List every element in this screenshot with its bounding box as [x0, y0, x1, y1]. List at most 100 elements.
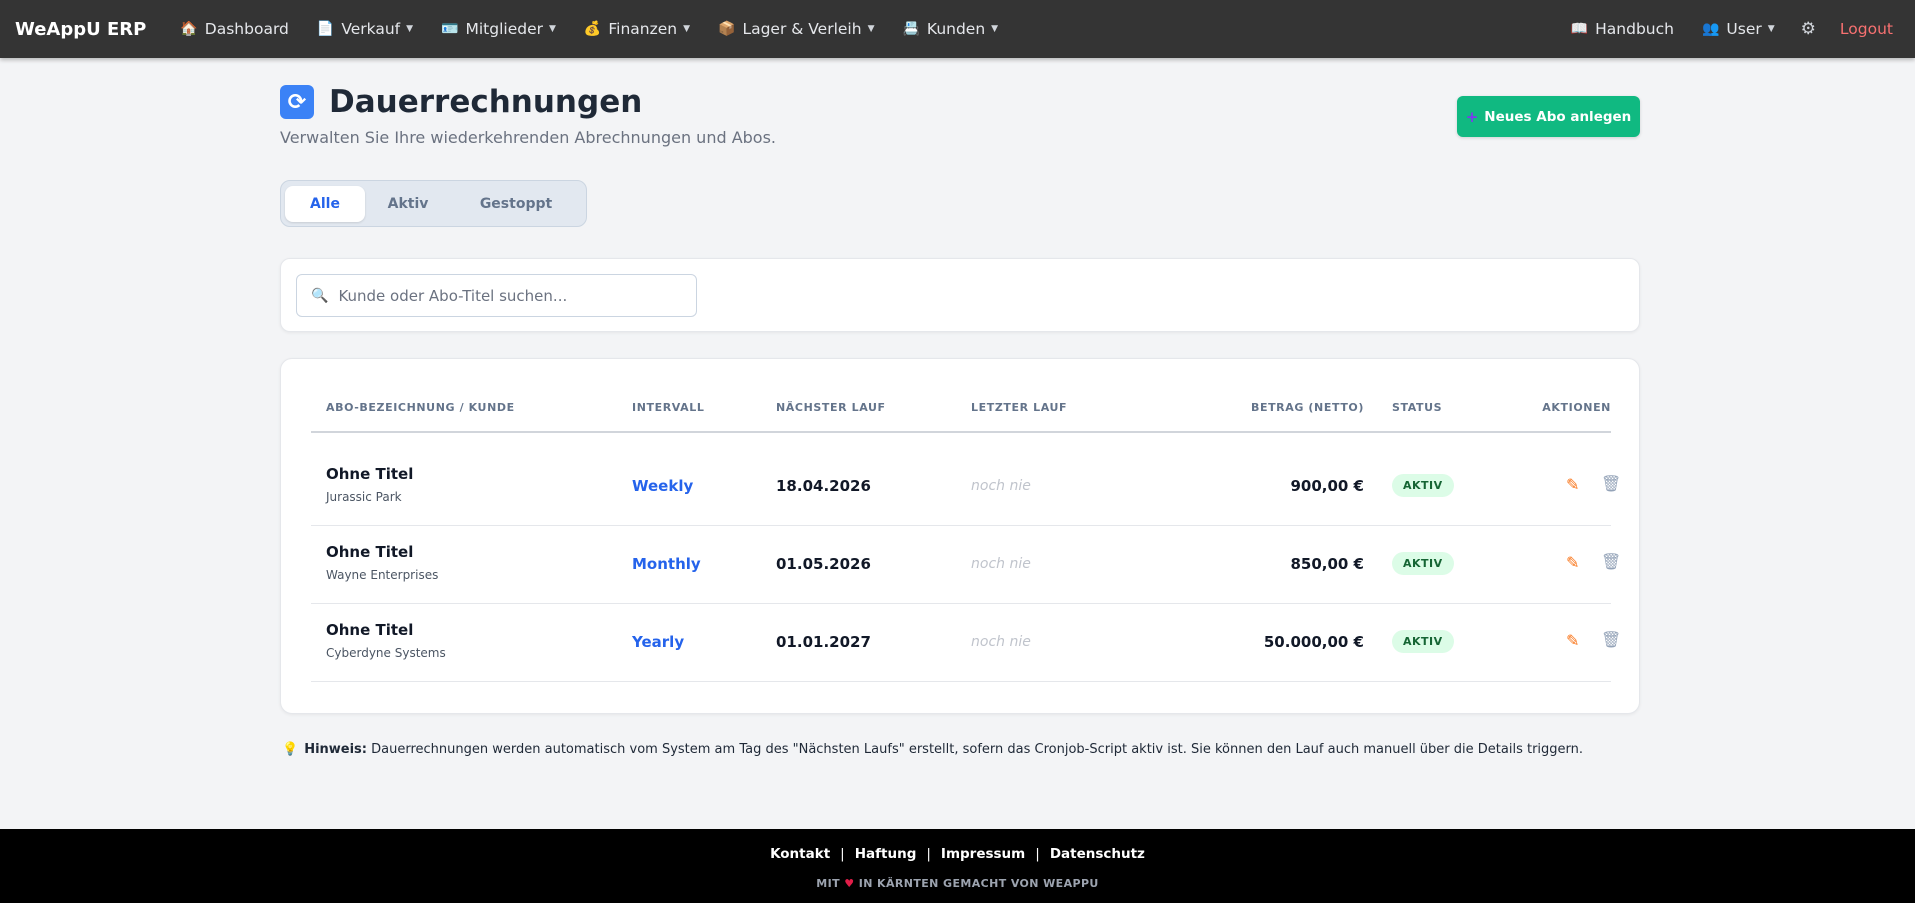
- nav-lager-verleih-label: Lager & Verleih: [742, 20, 862, 38]
- brand-logo[interactable]: WeAppU ERP: [15, 19, 146, 40]
- caret-down-icon: ▼: [548, 24, 556, 34]
- col-header-naechster-lauf: NÄCHSTER LAUF: [776, 401, 886, 414]
- subscriptions-table: ABO-BEZEICHNUNG / KUNDE INTERVALL NÄCHST…: [280, 358, 1640, 714]
- footer-links: Kontakt | Haftung | Impressum | Datenschutz: [0, 846, 1915, 862]
- interval-value: Yearly: [632, 633, 685, 651]
- abo-customer: Jurassic Park: [326, 490, 402, 504]
- id-card-icon: 🪪: [441, 21, 459, 37]
- abo-cell: Ohne Titel Jurassic Park: [326, 465, 413, 504]
- hint-note: 💡 Hinweis: Dauerrechnungen werden automat…: [282, 742, 1583, 757]
- footer-link-haftung[interactable]: Haftung: [855, 846, 917, 862]
- lightbulb-icon: 💡: [282, 742, 299, 757]
- refresh-icon: ⟳: [280, 85, 314, 119]
- search-card: 🔍: [280, 258, 1640, 332]
- amount-net: 850,00 €: [1290, 555, 1364, 573]
- nav-verkauf-label: Verkauf: [341, 20, 401, 38]
- table-header: ABO-BEZEICHNUNG / KUNDE INTERVALL NÄCHST…: [311, 401, 1611, 433]
- caret-down-icon: ▼: [683, 24, 691, 34]
- new-abo-button[interactable]: + Neues Abo anlegen: [1457, 96, 1640, 137]
- nav-user[interactable]: 👥 User ▼: [1688, 20, 1789, 38]
- title-row: ⟳ Dauerrechnungen: [280, 84, 1640, 120]
- nav-kunden-label: Kunden: [926, 20, 986, 38]
- col-header-betrag: BETRAG (NETTO): [1250, 401, 1364, 414]
- page-subtitle: Verwalten Sie Ihre wiederkehrenden Abrec…: [280, 128, 777, 147]
- top-navbar: WeAppU ERP 🏠 Dashboard 📄 Verkauf ▼ 🪪 Mit…: [0, 0, 1915, 58]
- trash-icon[interactable]: 🗑: [1601, 630, 1621, 649]
- nav-dashboard[interactable]: 🏠 Dashboard: [166, 20, 303, 38]
- page-title: Dauerrechnungen: [329, 84, 643, 120]
- footer-link-datenschutz[interactable]: Datenschutz: [1050, 846, 1145, 862]
- tab-gestoppt[interactable]: Gestoppt: [451, 186, 581, 222]
- caret-down-icon: ▼: [1767, 24, 1775, 34]
- nav-verkauf[interactable]: 📄 Verkauf ▼: [303, 20, 427, 38]
- new-abo-button-label: Neues Abo anlegen: [1484, 108, 1632, 125]
- nav-finanzen-label: Finanzen: [608, 20, 678, 38]
- caret-down-icon: ▼: [991, 24, 999, 34]
- home-icon: 🏠: [180, 21, 198, 37]
- heart-icon: ♥: [844, 877, 855, 890]
- nav-mitglieder[interactable]: 🪪 Mitglieder ▼: [427, 20, 570, 38]
- footer-link-kontakt[interactable]: Kontakt: [770, 846, 830, 862]
- amount-net: 900,00 €: [1290, 477, 1364, 495]
- nav-right-group: 📖 Handbuch 👥 User ▼ ⚙ Logout: [1557, 19, 1915, 39]
- col-header-letzter-lauf: LETZTER LAUF: [971, 401, 1068, 414]
- pencil-icon[interactable]: ✎: [1566, 631, 1579, 650]
- search-input[interactable]: [336, 285, 681, 306]
- logout-link[interactable]: Logout: [1828, 20, 1905, 38]
- next-run-date: 01.05.2026: [776, 555, 871, 573]
- book-icon: 📖: [1570, 21, 1589, 37]
- pencil-icon[interactable]: ✎: [1566, 475, 1579, 494]
- next-run-date: 01.01.2027: [776, 633, 871, 651]
- abo-cell: Ohne Titel Cyberdyne Systems: [326, 621, 446, 660]
- filter-tabs: Alle Aktiv Gestoppt: [280, 180, 587, 227]
- last-run-date: noch nie: [971, 556, 1031, 572]
- status-badge: AKTIV: [1392, 630, 1454, 653]
- tab-aktiv[interactable]: Aktiv: [365, 186, 451, 222]
- footer-separator: |: [926, 846, 931, 862]
- footer-separator: |: [1035, 846, 1040, 862]
- table-row: Ohne Titel Wayne Enterprises Monthly 01.…: [311, 525, 1621, 604]
- tab-alle[interactable]: Alle: [285, 185, 365, 222]
- nav-kunden[interactable]: 📇 Kunden ▼: [888, 20, 1012, 38]
- document-icon: 📄: [316, 21, 335, 37]
- last-run-date: noch nie: [971, 478, 1031, 494]
- abo-title[interactable]: Ohne Titel: [326, 543, 438, 561]
- nav-finanzen[interactable]: 💰 Finanzen ▼: [570, 20, 704, 38]
- abo-customer: Wayne Enterprises: [326, 568, 439, 582]
- col-header-intervall: INTERVALL: [632, 401, 705, 414]
- nav-lager-verleih[interactable]: 📦 Lager & Verleih ▼: [704, 20, 888, 38]
- pencil-icon[interactable]: ✎: [1566, 553, 1579, 572]
- footer-credit-prefix: MIT: [816, 877, 840, 890]
- col-header-status: STATUS: [1392, 401, 1443, 414]
- footer-separator: |: [840, 846, 845, 862]
- gear-icon[interactable]: ⚙: [1789, 19, 1828, 39]
- caret-down-icon: ▼: [406, 24, 414, 34]
- trash-icon[interactable]: 🗑: [1601, 474, 1621, 493]
- abo-customer: Cyberdyne Systems: [326, 646, 446, 660]
- caret-down-icon: ▼: [867, 24, 875, 34]
- next-run-date: 18.04.2026: [776, 477, 871, 495]
- footer-link-impressum[interactable]: Impressum: [941, 846, 1025, 862]
- footer: Kontakt | Haftung | Impressum | Datenschutz MI…: [0, 829, 1915, 903]
- status-badge: AKTIV: [1392, 552, 1454, 575]
- col-header-aktionen: AKTIONEN: [1542, 401, 1611, 414]
- nav-handbuch[interactable]: 📖 Handbuch: [1557, 20, 1688, 38]
- amount-net: 50.000,00 €: [1263, 633, 1364, 651]
- contacts-icon: 📇: [902, 21, 920, 37]
- search-box[interactable]: 🔍: [296, 274, 697, 317]
- search-icon: 🔍: [311, 287, 329, 304]
- nav-user-label: User: [1726, 20, 1762, 38]
- abo-title[interactable]: Ohne Titel: [326, 621, 446, 639]
- footer-credit-suffix: IN KÄRNTEN GEMACHT VON WEAPPU: [858, 877, 1099, 890]
- plus-icon: +: [1465, 107, 1479, 126]
- nav-dashboard-label: Dashboard: [204, 20, 289, 38]
- trash-icon[interactable]: 🗑: [1601, 552, 1621, 571]
- footer-credit: MIT ♥ IN KÄRNTEN GEMACHT VON WEAPPU: [0, 877, 1915, 890]
- abo-title[interactable]: Ohne Titel: [326, 465, 413, 483]
- hint-text: Dauerrechnungen werden automatisch vom S…: [371, 742, 1584, 757]
- nav-mitglieder-label: Mitglieder: [465, 20, 543, 38]
- status-badge: AKTIV: [1392, 474, 1454, 497]
- last-run-date: noch nie: [971, 634, 1031, 650]
- hint-label: Hinweis:: [304, 742, 367, 757]
- interval-value: Weekly: [632, 477, 694, 495]
